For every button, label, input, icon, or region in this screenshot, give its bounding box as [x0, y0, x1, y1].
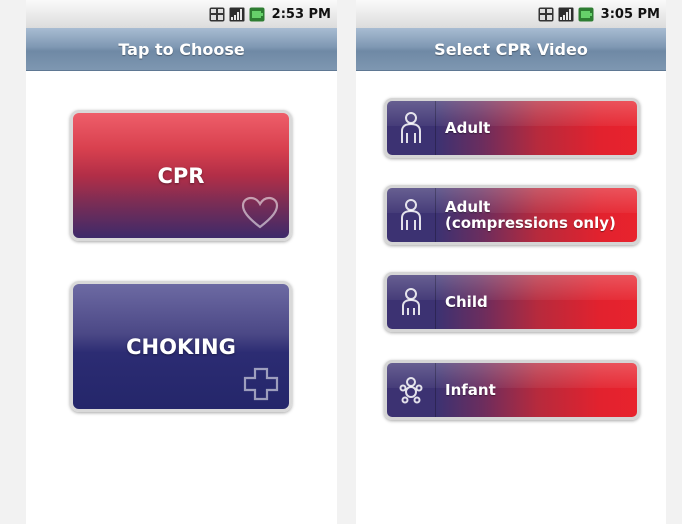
choking-button[interactable]: CHOKING	[70, 281, 292, 412]
heart-icon	[241, 196, 279, 229]
screen-title: Tap to Choose	[118, 39, 245, 59]
video-label: Infant	[445, 363, 496, 417]
video-subtitle: (compressions only)	[445, 214, 616, 232]
status-bar: 2:53 PM	[26, 0, 337, 28]
title-bar: Select CPR Video	[356, 28, 666, 71]
status-bar: 3:05 PM	[356, 0, 666, 28]
adult-video-button[interactable]: Adult	[384, 98, 640, 158]
infant-video-button[interactable]: Infant	[384, 360, 640, 420]
status-time: 3:05 PM	[600, 6, 660, 22]
choking-button-label: CHOKING	[126, 334, 236, 359]
adult-figure-icon	[401, 112, 421, 143]
screen-title: Select CPR Video	[434, 39, 588, 59]
icon-cell	[387, 188, 436, 242]
video-label: Child	[445, 275, 488, 329]
cpr-button[interactable]: CPR	[70, 110, 292, 241]
video-title: Adult	[445, 119, 491, 137]
child-figure-icon	[402, 288, 420, 315]
icon-cell	[387, 275, 436, 329]
video-title: Infant	[445, 381, 496, 399]
adult-figure-icon	[401, 199, 421, 230]
video-title: Child	[445, 293, 488, 311]
network-3g-icon	[538, 7, 554, 21]
signal-bars-icon	[229, 7, 245, 21]
plus-cross-icon	[243, 367, 279, 401]
video-title: Adult	[445, 198, 491, 216]
adult-compressions-video-button[interactable]: Adult (compressions only)	[384, 185, 640, 245]
video-label: Adult (compressions only)	[445, 188, 616, 242]
icon-cell	[387, 363, 436, 417]
status-time: 2:53 PM	[271, 6, 331, 22]
icon-cell	[387, 101, 436, 155]
signal-bars-icon	[558, 7, 574, 21]
infant-figure-icon	[399, 377, 423, 404]
network-3g-icon	[209, 7, 225, 21]
phone-screen-left: 2:53 PM Tap to Choose CPR CHOKING	[26, 0, 337, 524]
title-bar: Tap to Choose	[26, 28, 337, 71]
battery-icon	[578, 7, 594, 21]
cpr-button-label: CPR	[157, 163, 205, 188]
phone-screen-right: 3:05 PM Select CPR Video Adult Adult (co…	[356, 0, 666, 524]
video-label: Adult	[445, 101, 490, 155]
child-video-button[interactable]: Child	[384, 272, 640, 332]
battery-icon	[249, 7, 265, 21]
